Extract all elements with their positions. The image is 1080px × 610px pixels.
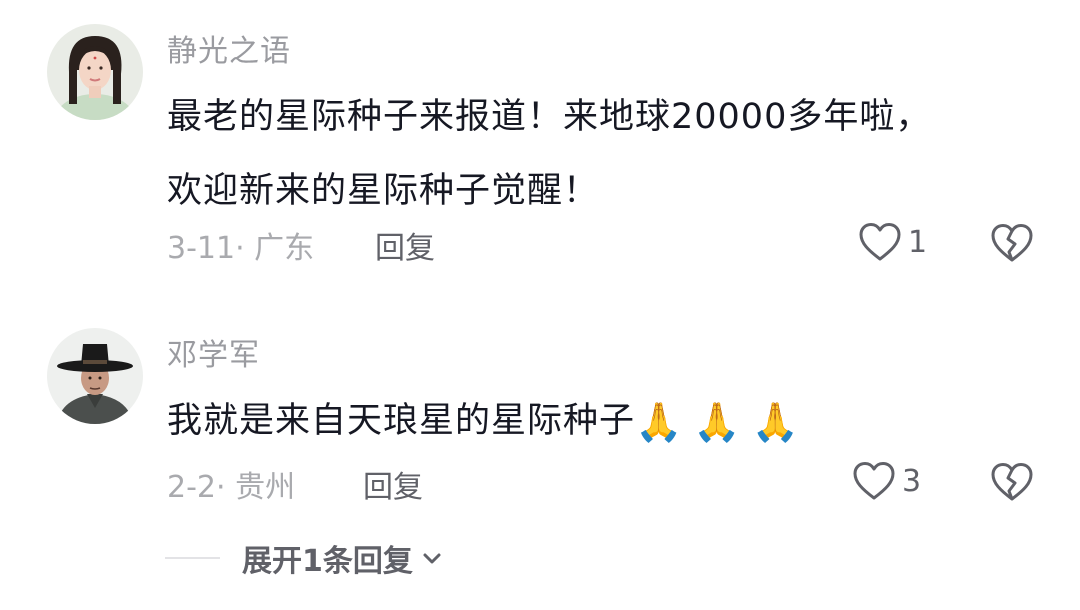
broken-heart-icon [991,224,1033,262]
like-button[interactable]: 3 [852,460,921,502]
comment-item: 邓学军 我就是来自天琅星的星际种子🙏 🙏 🙏 2-2· 贵州 回复 3 [0,300,1080,550]
praying-hands-emoji: 🙏 [635,400,684,444]
man-in-hat-avatar [47,328,143,424]
divider-line [165,557,220,559]
expand-replies-button[interactable]: 展开1条回复 [165,536,443,580]
comment-text-line: 我就是来自天琅星的星际种子 [167,401,636,441]
comment-text-line: 最老的星际种子来报道！来地球20000多年啦， [167,97,932,137]
comment-text: 我就是来自天琅星的星际种子🙏 🙏 🙏 [167,384,1047,459]
comment-text: 最老的星际种子来报道！来地球20000多年啦， 欢迎新来的星际种子觉醒！ [167,80,1047,228]
comment-meta: 2-2· 贵州 [167,470,296,505]
like-count: 1 [908,224,928,260]
like-count: 3 [902,463,922,499]
chevron-down-icon [423,553,441,564]
comment-item: 静光之语 最老的星际种子来报道！来地球20000多年啦， 欢迎新来的星际种子觉醒… [0,0,1080,300]
heart-outline-icon [859,223,901,261]
avatar[interactable] [47,24,143,120]
username[interactable]: 静光之语 [167,26,291,70]
username[interactable]: 邓学军 [167,330,260,374]
reply-button[interactable]: 回复 [363,462,423,506]
expand-replies-label: 展开1条回复 [242,544,413,579]
reply-button[interactable]: 回复 [375,223,435,267]
praying-hands-emoji: 🙏 [751,400,800,444]
heart-outline-icon [853,462,895,500]
praying-hands-emoji: 🙏 [693,400,742,444]
avatar[interactable] [47,328,143,424]
dislike-button[interactable] [990,222,1034,264]
comment-text-line: 欢迎新来的星际种子觉醒！ [167,171,600,211]
like-button[interactable]: 1 [858,221,927,263]
dislike-button[interactable] [990,461,1034,503]
woman-portrait-avatar [47,24,143,120]
comment-meta: 3-11· 广东 [167,231,315,266]
broken-heart-icon [991,463,1033,501]
